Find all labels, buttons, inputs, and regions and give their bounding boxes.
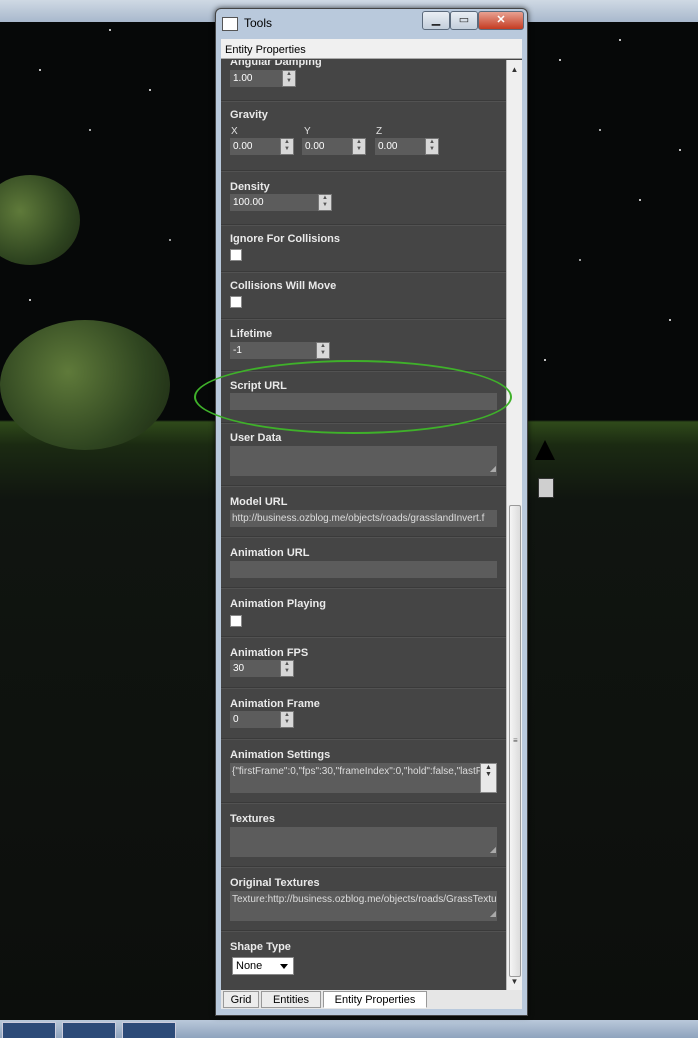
shape-type-label: Shape Type — [230, 941, 291, 953]
section-textures: Textures ◢ — [221, 802, 506, 867]
entity-properties-panel: Entity Properties Angular Damping 1.00 ▲… — [221, 39, 522, 1009]
gravity-z-stepper[interactable]: ▲ ▼ — [425, 138, 439, 155]
maximize-button[interactable]: ▭ — [450, 11, 478, 30]
lifetime-stepper[interactable]: ▲ ▼ — [316, 342, 330, 359]
taskbar-app-button[interactable] — [2, 1022, 56, 1038]
animation-url-label: Animation URL — [230, 547, 310, 559]
animation-settings-value: {"firstFrame":0,"fps":30,"frameIndex":0,… — [232, 766, 480, 777]
angular-damping-label: Angular Damping — [230, 60, 322, 68]
section-script-url: Script URL — [221, 370, 506, 423]
vertical-scrollbar[interactable]: ▲ ≡ ▼ — [506, 60, 522, 990]
original-textures-label: Original Textures — [230, 877, 320, 889]
tab-entities[interactable]: Entities — [261, 991, 321, 1008]
textures-textarea[interactable]: ◢ — [230, 827, 497, 857]
model-url-input[interactable]: http://business.ozblog.me/objects/roads/… — [230, 510, 497, 527]
tools-window: Tools ▁ ▭ ✕ Entity Properties Angular Da… — [215, 8, 528, 1016]
title-bar[interactable]: Tools ▁ ▭ ✕ — [216, 9, 527, 35]
gravity-z-label: Z — [376, 126, 383, 137]
close-button[interactable]: ✕ — [478, 11, 524, 30]
density-label: Density — [230, 181, 270, 193]
section-animation-playing: Animation Playing — [221, 587, 506, 637]
resize-grip-icon[interactable]: ◢ — [490, 843, 496, 856]
section-gravity: Gravity X Y Z 0.00 ▲ ▼ 0.00 ▲ ▼ 0.00 ▲ ▼ — [221, 100, 506, 171]
section-user-data: User Data ◢ — [221, 422, 506, 486]
gravity-y-input[interactable]: 0.00 — [302, 138, 352, 155]
section-animation-fps: Animation FPS 30 ▲ ▼ — [221, 636, 506, 688]
arrow-marker-icon — [535, 440, 555, 460]
gravity-x-input[interactable]: 0.00 — [230, 138, 280, 155]
section-angular-damping: Angular Damping 1.00 ▲ ▼ — [221, 60, 506, 101]
scroll-down-icon[interactable]: ▼ — [507, 974, 522, 990]
original-textures-value: Texture:http://business.ozblog.me/object… — [232, 894, 497, 905]
animation-settings-label: Animation Settings — [230, 749, 331, 761]
tree-foliage — [0, 175, 80, 265]
animation-url-input[interactable] — [230, 561, 497, 578]
section-animation-frame: Animation Frame 0 ▲ ▼ — [221, 687, 506, 739]
section-density: Density 100.00 ▲ ▼ — [221, 170, 506, 225]
original-textures-textarea[interactable]: Texture:http://business.ozblog.me/object… — [230, 891, 497, 921]
taskbar-app-button[interactable] — [122, 1022, 176, 1038]
section-animation-url: Animation URL — [221, 536, 506, 588]
section-animation-settings: Animation Settings {"firstFrame":0,"fps"… — [221, 738, 506, 803]
resize-grip-icon[interactable]: ◢ — [490, 462, 496, 475]
animation-settings-textarea[interactable]: {"firstFrame":0,"fps":30,"frameIndex":0,… — [230, 763, 480, 793]
grip-icon: ≡ — [513, 736, 518, 745]
window-title: Tools — [244, 16, 273, 30]
minimize-button[interactable]: ▁ — [422, 11, 450, 30]
panel-header: Entity Properties — [221, 39, 522, 59]
chevron-down-icon — [280, 964, 288, 969]
section-collisions-will-move: Collisions Will Move — [221, 271, 506, 319]
scroll-up-icon[interactable]: ▲ — [507, 62, 522, 78]
section-shape-type: Shape Type None — [221, 930, 506, 990]
textures-label: Textures — [230, 813, 276, 825]
gravity-label: Gravity — [230, 109, 268, 121]
animation-playing-label: Animation Playing — [230, 598, 326, 610]
density-input[interactable]: 100.00 — [230, 194, 318, 211]
density-stepper[interactable]: ▲ ▼ — [318, 194, 332, 211]
gravity-x-label: X — [231, 126, 238, 137]
section-original-textures: Original Textures Texture:http://busines… — [221, 866, 506, 931]
angular-damping-stepper[interactable]: ▲ ▼ — [282, 70, 296, 87]
animation-frame-stepper[interactable]: ▲ ▼ — [280, 711, 294, 728]
shape-type-select[interactable]: None — [232, 957, 294, 975]
gravity-z-input[interactable]: 0.00 — [375, 138, 425, 155]
tab-bar: Grid Entities Entity Properties — [221, 990, 522, 1009]
collisions-will-move-label: Collisions Will Move — [230, 280, 337, 292]
section-lifetime: Lifetime -1 ▲ ▼ — [221, 318, 506, 371]
collisions-will-move-checkbox[interactable] — [230, 296, 242, 308]
textarea-scroll-control[interactable]: ▲ ▼ — [480, 763, 497, 793]
user-data-textarea[interactable]: ◢ — [230, 446, 497, 476]
section-model-url: Model URL http://business.ozblog.me/obje… — [221, 485, 506, 537]
gravity-y-stepper[interactable]: ▲ ▼ — [352, 138, 366, 155]
section-ignore-for-collisions: Ignore For Collisions — [221, 224, 506, 272]
angular-damping-input[interactable]: 1.00 — [230, 70, 282, 87]
properties-scroll-area: Angular Damping 1.00 ▲ ▼ Gravity X Y Z 0.… — [221, 60, 506, 990]
tab-grid[interactable]: Grid — [223, 991, 259, 1008]
animation-fps-stepper[interactable]: ▲ ▼ — [280, 660, 294, 677]
animation-fps-label: Animation FPS — [230, 647, 309, 659]
app-icon — [222, 17, 238, 31]
taskbar-app-button[interactable] — [62, 1022, 116, 1038]
tree-foliage — [0, 320, 170, 450]
lifetime-input[interactable]: -1 — [230, 342, 316, 359]
scrollbar-thumb[interactable]: ≡ — [509, 505, 521, 977]
model-url-label: Model URL — [230, 496, 288, 508]
shape-type-selected: None — [236, 960, 263, 972]
script-url-input[interactable] — [230, 393, 497, 410]
ignore-for-collisions-label: Ignore For Collisions — [230, 233, 341, 245]
animation-playing-checkbox[interactable] — [230, 615, 242, 627]
resize-grip-icon[interactable]: ◢ — [490, 907, 496, 920]
user-data-label: User Data — [230, 432, 282, 444]
script-url-label: Script URL — [230, 380, 287, 392]
animation-frame-input[interactable]: 0 — [230, 711, 280, 728]
ignore-for-collisions-checkbox[interactable] — [230, 249, 242, 261]
tab-entity-properties[interactable]: Entity Properties — [323, 991, 427, 1008]
animation-frame-label: Animation Frame — [230, 698, 320, 710]
lifetime-label: Lifetime — [230, 328, 273, 340]
document-marker-icon — [538, 478, 554, 498]
animation-fps-input[interactable]: 30 — [230, 660, 280, 677]
gravity-y-label: Y — [304, 126, 311, 137]
gravity-x-stepper[interactable]: ▲ ▼ — [280, 138, 294, 155]
